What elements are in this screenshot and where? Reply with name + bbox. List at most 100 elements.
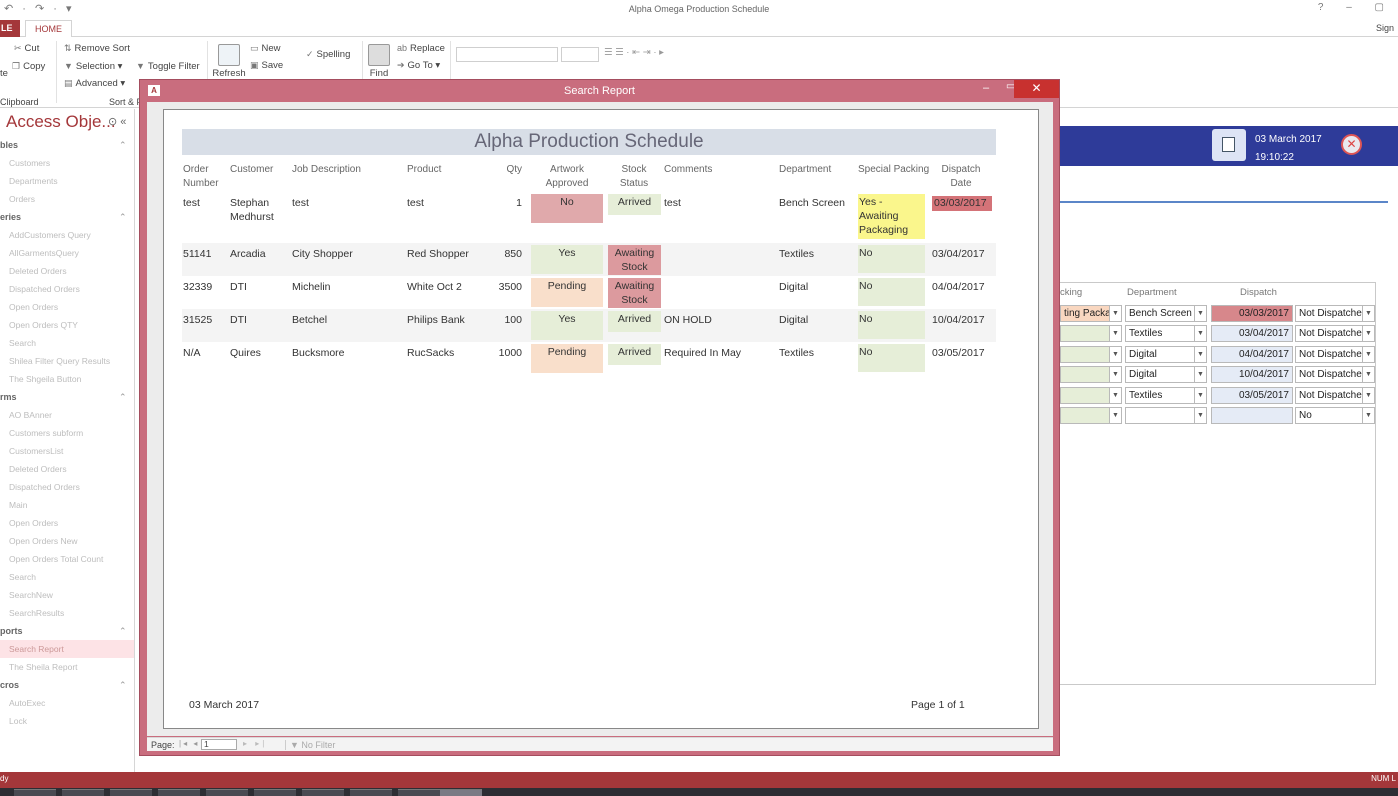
nav-item[interactable]: Open Orders New [0, 532, 134, 550]
list-formatting-buttons[interactable]: ☰ ☰ · ⇤ ⇥ · ▸ [604, 47, 664, 58]
dispatch-date-field[interactable]: 03/03/2017 [1211, 305, 1293, 322]
taskbar-item-active[interactable] [440, 789, 482, 796]
nav-item[interactable]: Search Report [0, 640, 134, 658]
dropdown-arrow-icon[interactable]: ▼ [1194, 367, 1206, 382]
nav-item[interactable]: Orders [0, 190, 134, 208]
dropdown-arrow-icon[interactable]: ▼ [1109, 326, 1121, 341]
dispatch-date-field[interactable] [1211, 407, 1293, 424]
goto-button[interactable]: ➔ Go To ▾ [397, 60, 440, 71]
nav-category[interactable]: rms ⌃ [0, 388, 134, 406]
nav-item[interactable]: AO BAnner [0, 406, 134, 424]
no-filter-indicator[interactable]: ▼ No Filter [285, 740, 335, 750]
font-name-combo[interactable] [456, 47, 558, 62]
tab-home[interactable]: HOME [25, 20, 72, 38]
nav-item[interactable]: Search [0, 334, 134, 352]
dropdown-arrow-icon[interactable]: ▼ [1109, 408, 1121, 423]
sign-in-link[interactable]: Sign [1376, 23, 1394, 33]
department-combo[interactable]: Textiles ▼ [1125, 325, 1207, 342]
dispatch-status-combo[interactable]: Not Dispatche ▼ [1295, 305, 1375, 322]
nav-item[interactable]: SearchNew [0, 586, 134, 604]
packing-field[interactable]: ▼ [1060, 325, 1122, 342]
packing-field[interactable]: ▼ [1060, 407, 1122, 424]
nav-item[interactable]: Lock [0, 712, 134, 730]
first-prev-page-icons[interactable]: |◂ ◂ [179, 739, 199, 748]
dropdown-arrow-icon[interactable]: ▼ [1362, 306, 1374, 321]
nav-category[interactable]: bles ⌃ [0, 136, 134, 154]
copy-button[interactable]: ❐ Copy [12, 61, 45, 72]
dispatch-date-field[interactable]: 03/05/2017 [1211, 387, 1293, 404]
nav-item[interactable]: CustomersList [0, 442, 134, 460]
nav-item[interactable]: Shilea Filter Query Results [0, 352, 134, 370]
nav-item[interactable]: Deleted Orders [0, 262, 134, 280]
taskbar-item[interactable] [62, 789, 104, 796]
selection-button[interactable]: ▼ Selection ▾ [64, 61, 122, 72]
collapse-chevron-icon[interactable]: ⌃ [119, 388, 127, 406]
dropdown-arrow-icon[interactable]: ▼ [1109, 347, 1121, 362]
dropdown-arrow-icon[interactable]: ▼ [1362, 347, 1374, 362]
dispatch-status-combo[interactable]: Not Dispatche ▼ [1295, 366, 1375, 383]
dispatch-date-field[interactable]: 10/04/2017 [1211, 366, 1293, 383]
dropdown-arrow-icon[interactable]: ▼ [1362, 326, 1374, 341]
paste-button-fragment[interactable]: te [0, 68, 8, 79]
save-record-button[interactable]: ▣ Save [250, 60, 283, 71]
dropdown-arrow-icon[interactable]: ▼ [1109, 367, 1121, 382]
nav-item[interactable]: AllGarmentsQuery [0, 244, 134, 262]
advanced-button[interactable]: ▤ Advanced ▾ [64, 78, 125, 89]
font-size-combo[interactable] [561, 47, 599, 62]
toggle-filter-button[interactable]: ▼ Toggle Filter [136, 61, 200, 72]
nav-category[interactable]: ports ⌃ [0, 622, 134, 640]
packing-field[interactable]: ting Packa ▼ [1060, 305, 1122, 322]
form-action-button[interactable] [1212, 129, 1246, 161]
nav-item[interactable]: The Shgeila Button [0, 370, 134, 388]
close-icon[interactable]: ✕ [1341, 134, 1362, 155]
nav-item[interactable]: Open Orders [0, 298, 134, 316]
nav-item[interactable]: Customers [0, 154, 134, 172]
dropdown-arrow-icon[interactable]: ▼ [1362, 408, 1374, 423]
cut-button[interactable]: ✂ Cut [14, 43, 39, 54]
department-combo[interactable]: Bench Screen ▼ [1125, 305, 1207, 322]
window-controls[interactable]: ? – ▢ [1318, 2, 1394, 13]
dropdown-arrow-icon[interactable]: ▼ [1362, 388, 1374, 403]
find-button[interactable]: Find [366, 44, 392, 79]
packing-field[interactable]: ▼ [1060, 366, 1122, 383]
dropdown-arrow-icon[interactable]: ▼ [1362, 367, 1374, 382]
replace-button[interactable]: ab Replace [397, 43, 445, 54]
nav-item[interactable]: SearchResults [0, 604, 134, 622]
taskbar-item[interactable] [158, 789, 200, 796]
collapse-chevron-icon[interactable]: ⌃ [119, 676, 127, 694]
dropdown-arrow-icon[interactable]: ▼ [1194, 388, 1206, 403]
taskbar-item[interactable] [14, 789, 56, 796]
nav-item[interactable]: Departments [0, 172, 134, 190]
remove-sort-button[interactable]: ⇅ Remove Sort [64, 43, 130, 54]
taskbar-item[interactable] [206, 789, 248, 796]
next-last-page-icons[interactable]: ▸ ▸| [243, 739, 267, 748]
nav-item[interactable]: Main [0, 496, 134, 514]
tab-file[interactable]: LE [0, 20, 20, 37]
taskbar-item[interactable] [110, 789, 152, 796]
new-record-button[interactable]: ▭ New [250, 43, 281, 54]
nav-item[interactable]: Dispatched Orders [0, 280, 134, 298]
packing-field[interactable]: ▼ [1060, 346, 1122, 363]
dispatch-status-combo[interactable]: Not Dispatche ▼ [1295, 387, 1375, 404]
dropdown-arrow-icon[interactable]: ▼ [1194, 326, 1206, 341]
collapse-chevron-icon[interactable]: ⌃ [119, 622, 127, 640]
taskbar-item[interactable] [254, 789, 296, 796]
packing-field[interactable]: ▼ [1060, 387, 1122, 404]
nav-item[interactable]: Open Orders QTY [0, 316, 134, 334]
dropdown-arrow-icon[interactable]: ▼ [1194, 347, 1206, 362]
department-combo[interactable]: ▼ [1125, 407, 1207, 424]
collapse-chevron-icon[interactable]: ⌃ [119, 208, 127, 226]
close-window-icon[interactable]: ✕ [1014, 80, 1059, 98]
nav-item[interactable]: AddCustomers Query [0, 226, 134, 244]
dropdown-arrow-icon[interactable]: ▼ [1194, 306, 1206, 321]
dropdown-arrow-icon[interactable]: ▼ [1194, 408, 1206, 423]
refresh-button[interactable]: Refresh [212, 44, 246, 79]
nav-category[interactable]: eries ⌃ [0, 208, 134, 226]
nav-item[interactable]: Open Orders [0, 514, 134, 532]
dispatch-date-field[interactable]: 04/04/2017 [1211, 346, 1293, 363]
taskbar-item[interactable] [398, 789, 440, 796]
spelling-button[interactable]: ✓ Spelling [306, 49, 350, 60]
department-combo[interactable]: Digital ▼ [1125, 346, 1207, 363]
taskbar-item[interactable] [302, 789, 344, 796]
department-combo[interactable]: Digital ▼ [1125, 366, 1207, 383]
